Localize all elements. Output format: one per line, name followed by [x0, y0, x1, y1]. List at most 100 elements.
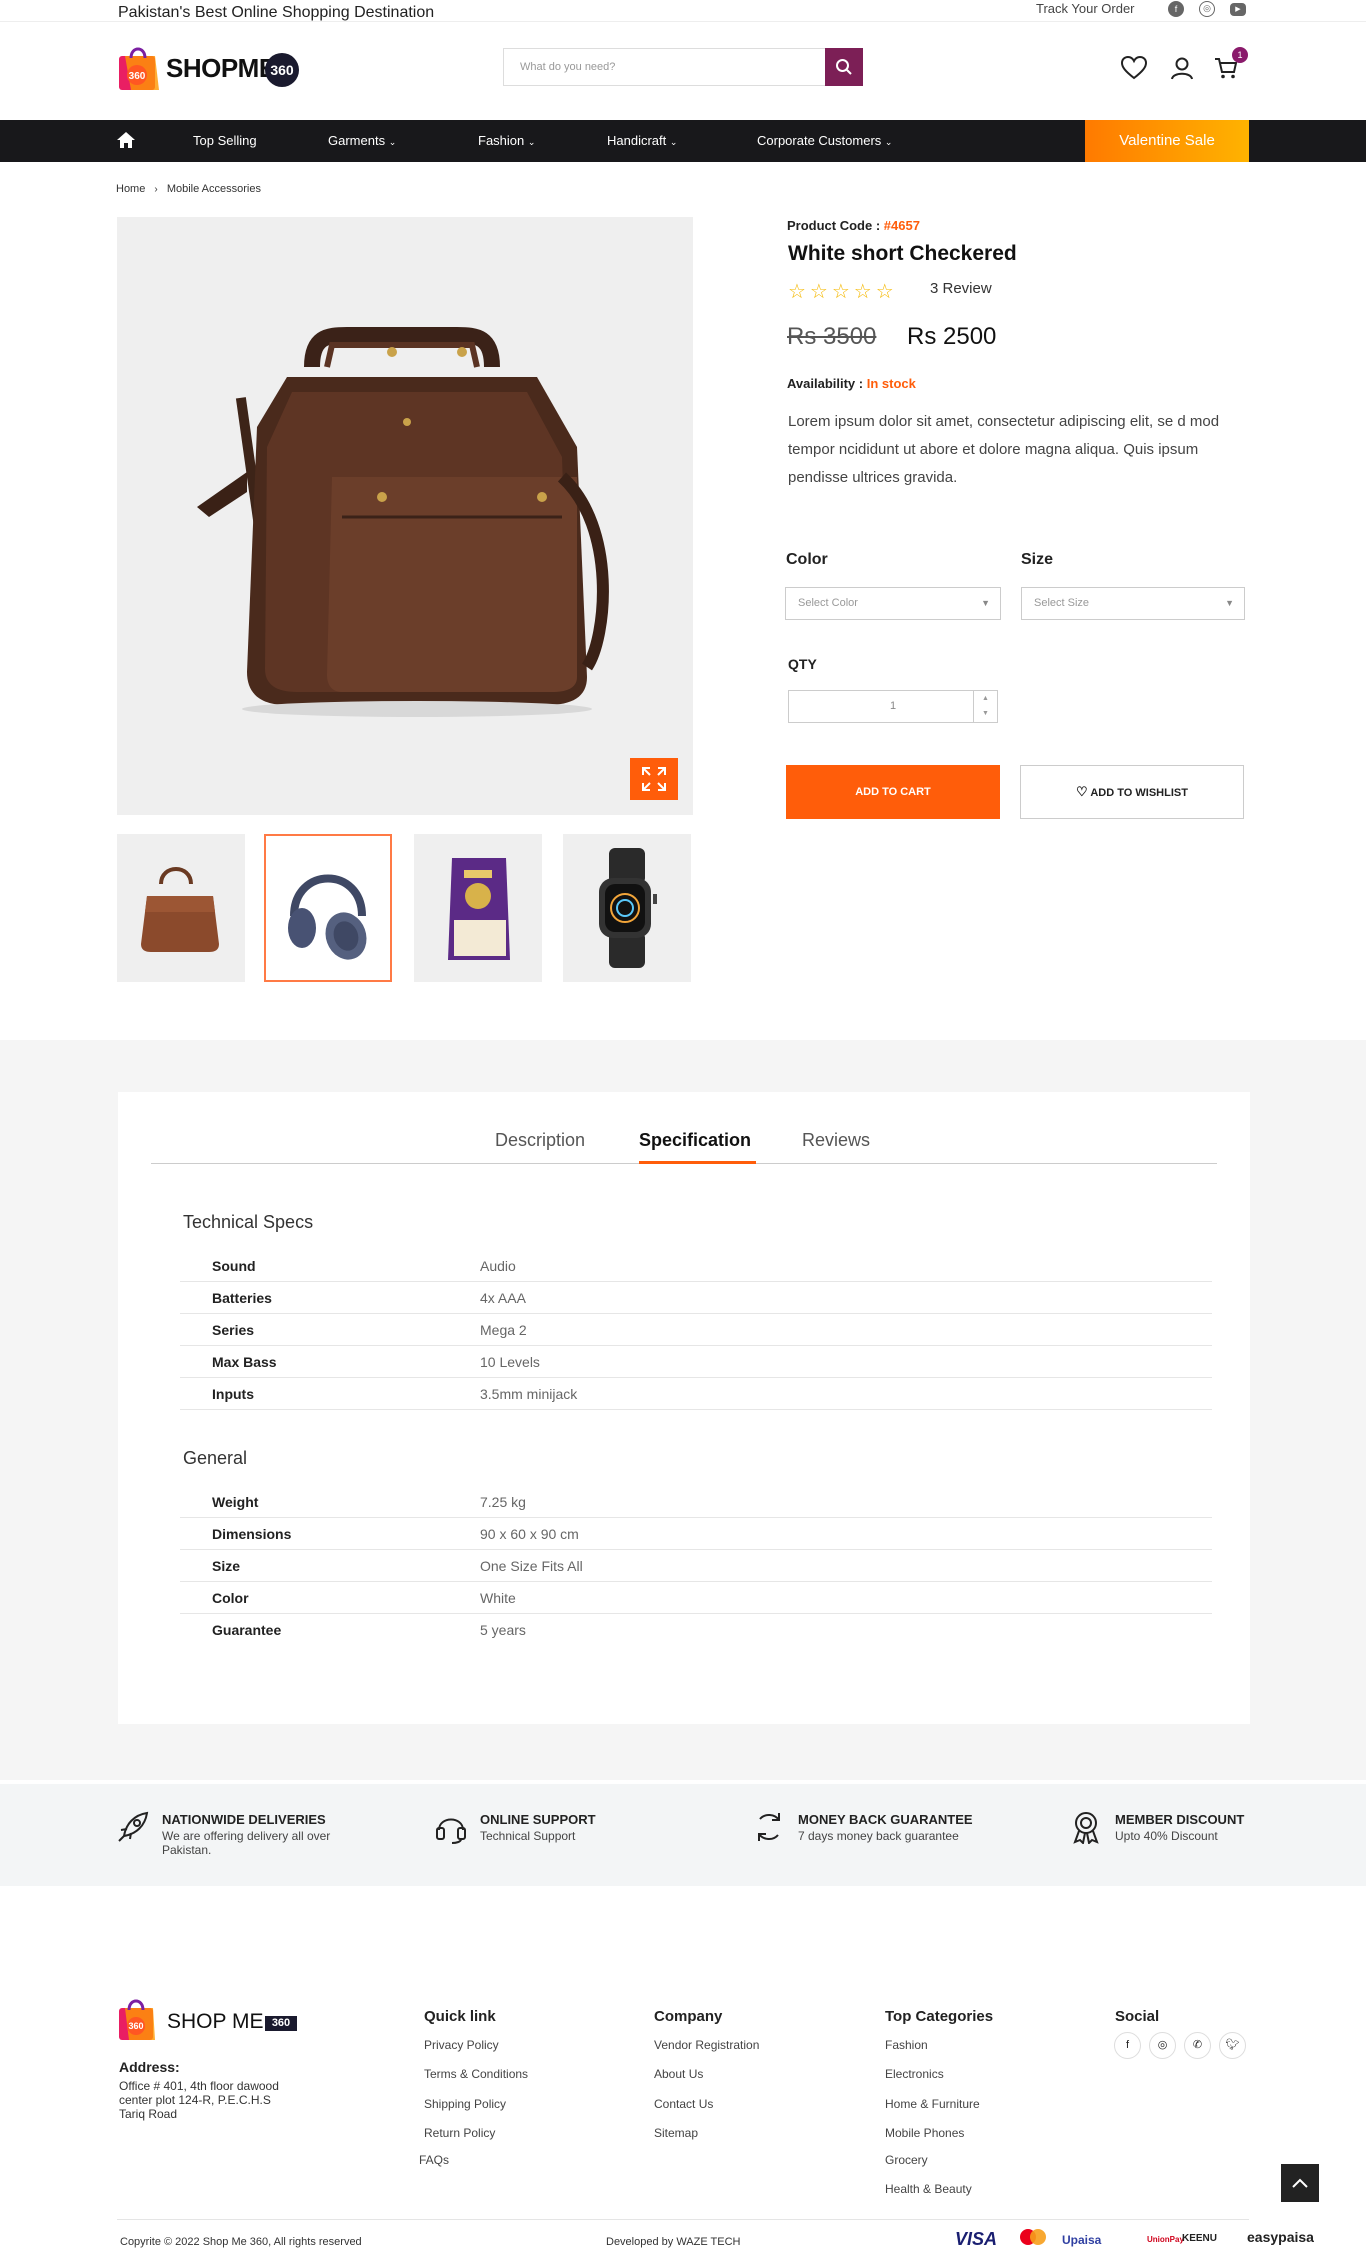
- tab-reviews[interactable]: Reviews: [802, 1130, 870, 1151]
- color-label: Color: [786, 551, 828, 568]
- chevron-up-icon: [1292, 2178, 1308, 2188]
- feature-title: ONLINE SUPPORT: [480, 1812, 596, 1827]
- logo-text[interactable]: SHOPME: [166, 53, 276, 84]
- whatsapp-icon[interactable]: ✆: [1184, 2032, 1211, 2059]
- breadcrumb-home[interactable]: Home: [116, 183, 145, 195]
- headphones-image: [288, 874, 367, 960]
- footer-link[interactable]: Electronics: [885, 2067, 944, 2081]
- chevron-right-icon: ›: [154, 184, 158, 195]
- qty-spin-buttons[interactable]: ▲ ▼: [973, 691, 997, 722]
- tab-specification[interactable]: Specification: [639, 1130, 751, 1151]
- footer-link[interactable]: Terms & Conditions: [424, 2067, 528, 2081]
- breadcrumb-current[interactable]: Mobile Accessories: [167, 183, 261, 195]
- tab-description[interactable]: Description: [495, 1130, 585, 1151]
- add-to-cart-button[interactable]: ADD TO CART: [786, 765, 1000, 819]
- footer-divider: [117, 2219, 1249, 2220]
- chevron-down-icon: ▼: [1225, 598, 1234, 608]
- instagram-icon[interactable]: ◎: [1149, 2032, 1176, 2059]
- size-select[interactable]: Select Size ▼: [1021, 587, 1245, 620]
- spec-row: Inputs 3.5mm minijack: [180, 1378, 1212, 1410]
- thumbnail-smartwatch[interactable]: [563, 834, 691, 982]
- unionpay-logo: UnionPay: [1147, 2235, 1184, 2244]
- nav-corporate-customers[interactable]: Corporate Customers ⌄: [757, 133, 892, 148]
- account-button[interactable]: [1168, 54, 1196, 82]
- valentine-sale-button[interactable]: Valentine Sale: [1085, 120, 1249, 162]
- upaisa-logo: Upaisa: [1062, 2233, 1102, 2247]
- add-to-wishlist-button[interactable]: ♡ ADD TO WISHLIST: [1020, 765, 1244, 819]
- award-icon: [1073, 1812, 1099, 1844]
- handbag-image: [141, 867, 219, 952]
- footer-logo-text[interactable]: SHOP ME: [167, 2010, 263, 2034]
- footer-logo-bag-icon[interactable]: 360: [117, 1996, 157, 2042]
- youtube-icon[interactable]: ▶: [1230, 3, 1246, 16]
- logo-bag-icon[interactable]: 360: [117, 44, 161, 92]
- nav-handicraft[interactable]: Handicraft ⌄: [607, 133, 677, 148]
- thumbnail-rice-pack[interactable]: [414, 834, 542, 982]
- expand-image-button[interactable]: [630, 758, 678, 800]
- footer-link[interactable]: Mobile Phones: [885, 2126, 964, 2140]
- footer-link[interactable]: Home & Furniture: [885, 2097, 980, 2111]
- thumbnail-handbag[interactable]: [117, 834, 245, 982]
- footer-link[interactable]: Vendor Registration: [654, 2038, 759, 2052]
- back-to-top-button[interactable]: [1281, 2164, 1319, 2202]
- address-heading: Address:: [119, 2059, 180, 2075]
- footer-link[interactable]: Contact Us: [654, 2097, 713, 2111]
- twitter-icon[interactable]: 🐦︎: [1219, 2032, 1246, 2059]
- thumbnail-headphones[interactable]: [264, 834, 392, 982]
- quantity-stepper[interactable]: 1 ▲ ▼: [788, 690, 998, 723]
- product-code: Product Code : #4657: [787, 218, 920, 233]
- logo-badge: 360: [265, 53, 299, 87]
- social-heading: Social: [1115, 2008, 1160, 2025]
- tab-active-indicator: [639, 1161, 756, 1164]
- heart-icon: ♡: [1076, 784, 1088, 799]
- address-text: Office # 401, 4th floor dawood center pl…: [119, 2079, 279, 2121]
- feature-title: MEMBER DISCOUNT: [1115, 1812, 1245, 1827]
- spec-row: Size One Size Fits All: [180, 1550, 1212, 1582]
- copyright: Copyrite © 2022 Shop Me 360, All rights …: [120, 2236, 362, 2248]
- facebook-icon[interactable]: f: [1168, 1, 1184, 17]
- feature-subtitle: 7 days money back guarantee: [798, 1829, 959, 1843]
- leather-bag-image: [197, 327, 609, 717]
- footer-link[interactable]: Return Policy: [424, 2126, 495, 2140]
- footer-link[interactable]: Privacy Policy: [424, 2038, 499, 2052]
- feature-title: MONEY BACK GUARANTEE: [798, 1812, 973, 1827]
- feature-subtitle: Upto 40% Discount: [1115, 1829, 1218, 1843]
- technical-specs-heading: Technical Specs: [183, 1212, 314, 1232]
- footer-link[interactable]: Health & Beauty: [885, 2182, 972, 2196]
- footer-link[interactable]: Grocery: [885, 2153, 928, 2167]
- qty-label: QTY: [788, 656, 817, 672]
- svg-text:360: 360: [128, 2021, 143, 2031]
- headset-icon: [436, 1818, 466, 1844]
- home-icon[interactable]: [116, 131, 136, 149]
- color-select[interactable]: Select Color ▼: [785, 587, 1001, 620]
- visa-logo: VISA: [955, 2229, 998, 2249]
- footer-link[interactable]: Fashion: [885, 2038, 928, 2052]
- keenu-logo: KEENU: [1182, 2233, 1218, 2244]
- availability: Availability : In stock: [787, 376, 916, 391]
- nav-top-selling[interactable]: Top Selling: [193, 133, 257, 148]
- cart-count-badge: 1: [1232, 47, 1248, 63]
- review-count-link[interactable]: 3 Review: [930, 280, 992, 297]
- nav-garments[interactable]: Garments ⌄: [328, 133, 396, 148]
- footer-link[interactable]: Shipping Policy: [424, 2097, 506, 2111]
- feature-subtitle: Technical Support: [480, 1829, 576, 1843]
- track-order-link[interactable]: Track Your Order: [1036, 1, 1135, 16]
- spec-row: Dimensions 90 x 60 x 90 cm: [180, 1518, 1212, 1550]
- spec-row: Batteries 4x AAA: [180, 1282, 1212, 1314]
- spec-row: Weight 7.25 kg: [180, 1486, 1212, 1518]
- footer-link[interactable]: Sitemap: [654, 2126, 698, 2140]
- wishlist-button[interactable]: [1120, 54, 1148, 82]
- rating-stars-icon[interactable]: ☆☆☆☆☆: [788, 279, 898, 304]
- search-input[interactable]: What do you need?: [503, 48, 825, 86]
- product-main-image[interactable]: [117, 217, 693, 815]
- heart-icon: [1121, 56, 1147, 80]
- footer-link[interactable]: About Us: [654, 2067, 703, 2081]
- size-label: Size: [1021, 551, 1054, 568]
- facebook-icon[interactable]: f: [1114, 2032, 1141, 2059]
- footer-link[interactable]: FAQs: [419, 2153, 449, 2167]
- chevron-down-icon: ▼: [981, 598, 990, 608]
- nav-fashion[interactable]: Fashion ⌄: [478, 133, 535, 148]
- search-button[interactable]: [825, 48, 863, 86]
- smartwatch-image: [599, 848, 657, 968]
- instagram-icon[interactable]: ◎: [1199, 1, 1215, 17]
